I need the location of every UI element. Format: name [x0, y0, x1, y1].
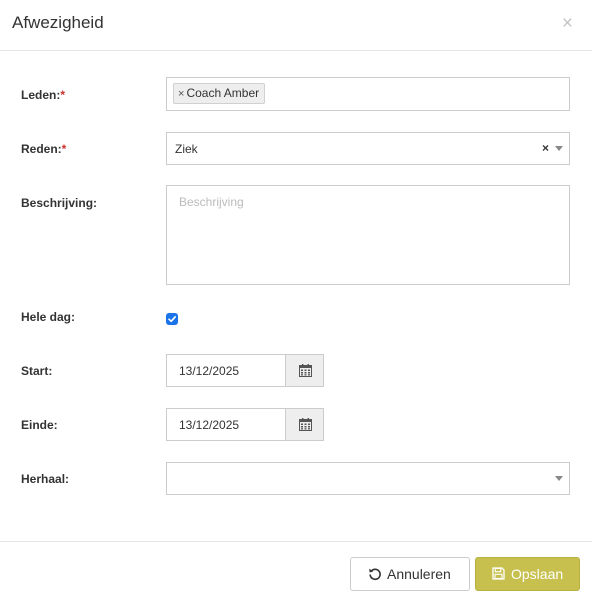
cancel-button[interactable]: Annuleren [350, 557, 470, 591]
remove-tag-icon[interactable]: × [178, 88, 184, 100]
start-label: Start: [21, 364, 53, 378]
chevron-down-icon[interactable] [555, 146, 563, 151]
checkmark-icon [168, 316, 176, 323]
end-date-value: 13/12/2025 [179, 418, 240, 432]
member-tag-label: Coach Amber [186, 86, 260, 100]
cancel-button-label: Annuleren [387, 566, 451, 582]
end-calendar-button[interactable] [285, 408, 324, 441]
description-placeholder: Beschrijving [179, 195, 244, 209]
members-label-text: Leden: [21, 88, 61, 102]
members-required-mark: * [60, 88, 66, 102]
close-icon[interactable]: × [562, 14, 573, 34]
repeat-label: Herhaal: [21, 472, 70, 486]
reason-label: Reden:* [21, 142, 66, 156]
description-label: Beschrijving: [21, 196, 98, 210]
all-day-checkbox[interactable] [166, 313, 178, 325]
description-textarea[interactable]: Beschrijving [166, 185, 570, 285]
reason-required-mark: * [61, 142, 67, 156]
start-date-value: 13/12/2025 [179, 364, 240, 378]
end-date-input[interactable]: 13/12/2025 [166, 408, 286, 441]
dialog-footer: Annuleren Opslaan [0, 541, 592, 602]
end-label: Einde: [21, 418, 58, 432]
dialog-title: Afwezigheid [12, 13, 104, 32]
start-calendar-button[interactable] [285, 354, 324, 387]
reason-selected-value: Ziek [175, 142, 198, 156]
dialog-header: Afwezigheid × [0, 0, 592, 51]
save-button-label: Opslaan [511, 566, 564, 582]
floppy-disk-icon [492, 567, 505, 580]
calendar-icon [299, 418, 312, 431]
reason-select[interactable]: Ziek × [166, 132, 570, 165]
clear-selection-icon[interactable]: × [542, 141, 549, 155]
start-date-input[interactable]: 13/12/2025 [166, 354, 286, 387]
calendar-icon [299, 364, 312, 377]
save-button[interactable]: Opslaan [475, 557, 580, 591]
chevron-down-icon[interactable] [555, 476, 563, 481]
reason-label-text: Reden: [21, 142, 62, 156]
undo-icon [369, 568, 381, 581]
absence-dialog: Afwezigheid × Leden:* × Coach Amber Reden… [0, 0, 592, 602]
members-multiselect[interactable]: × Coach Amber [166, 77, 570, 111]
repeat-select[interactable] [166, 462, 570, 495]
members-label: Leden:* [21, 88, 65, 102]
member-tag: × Coach Amber [173, 83, 266, 104]
all-day-label: Hele dag: [21, 310, 76, 324]
